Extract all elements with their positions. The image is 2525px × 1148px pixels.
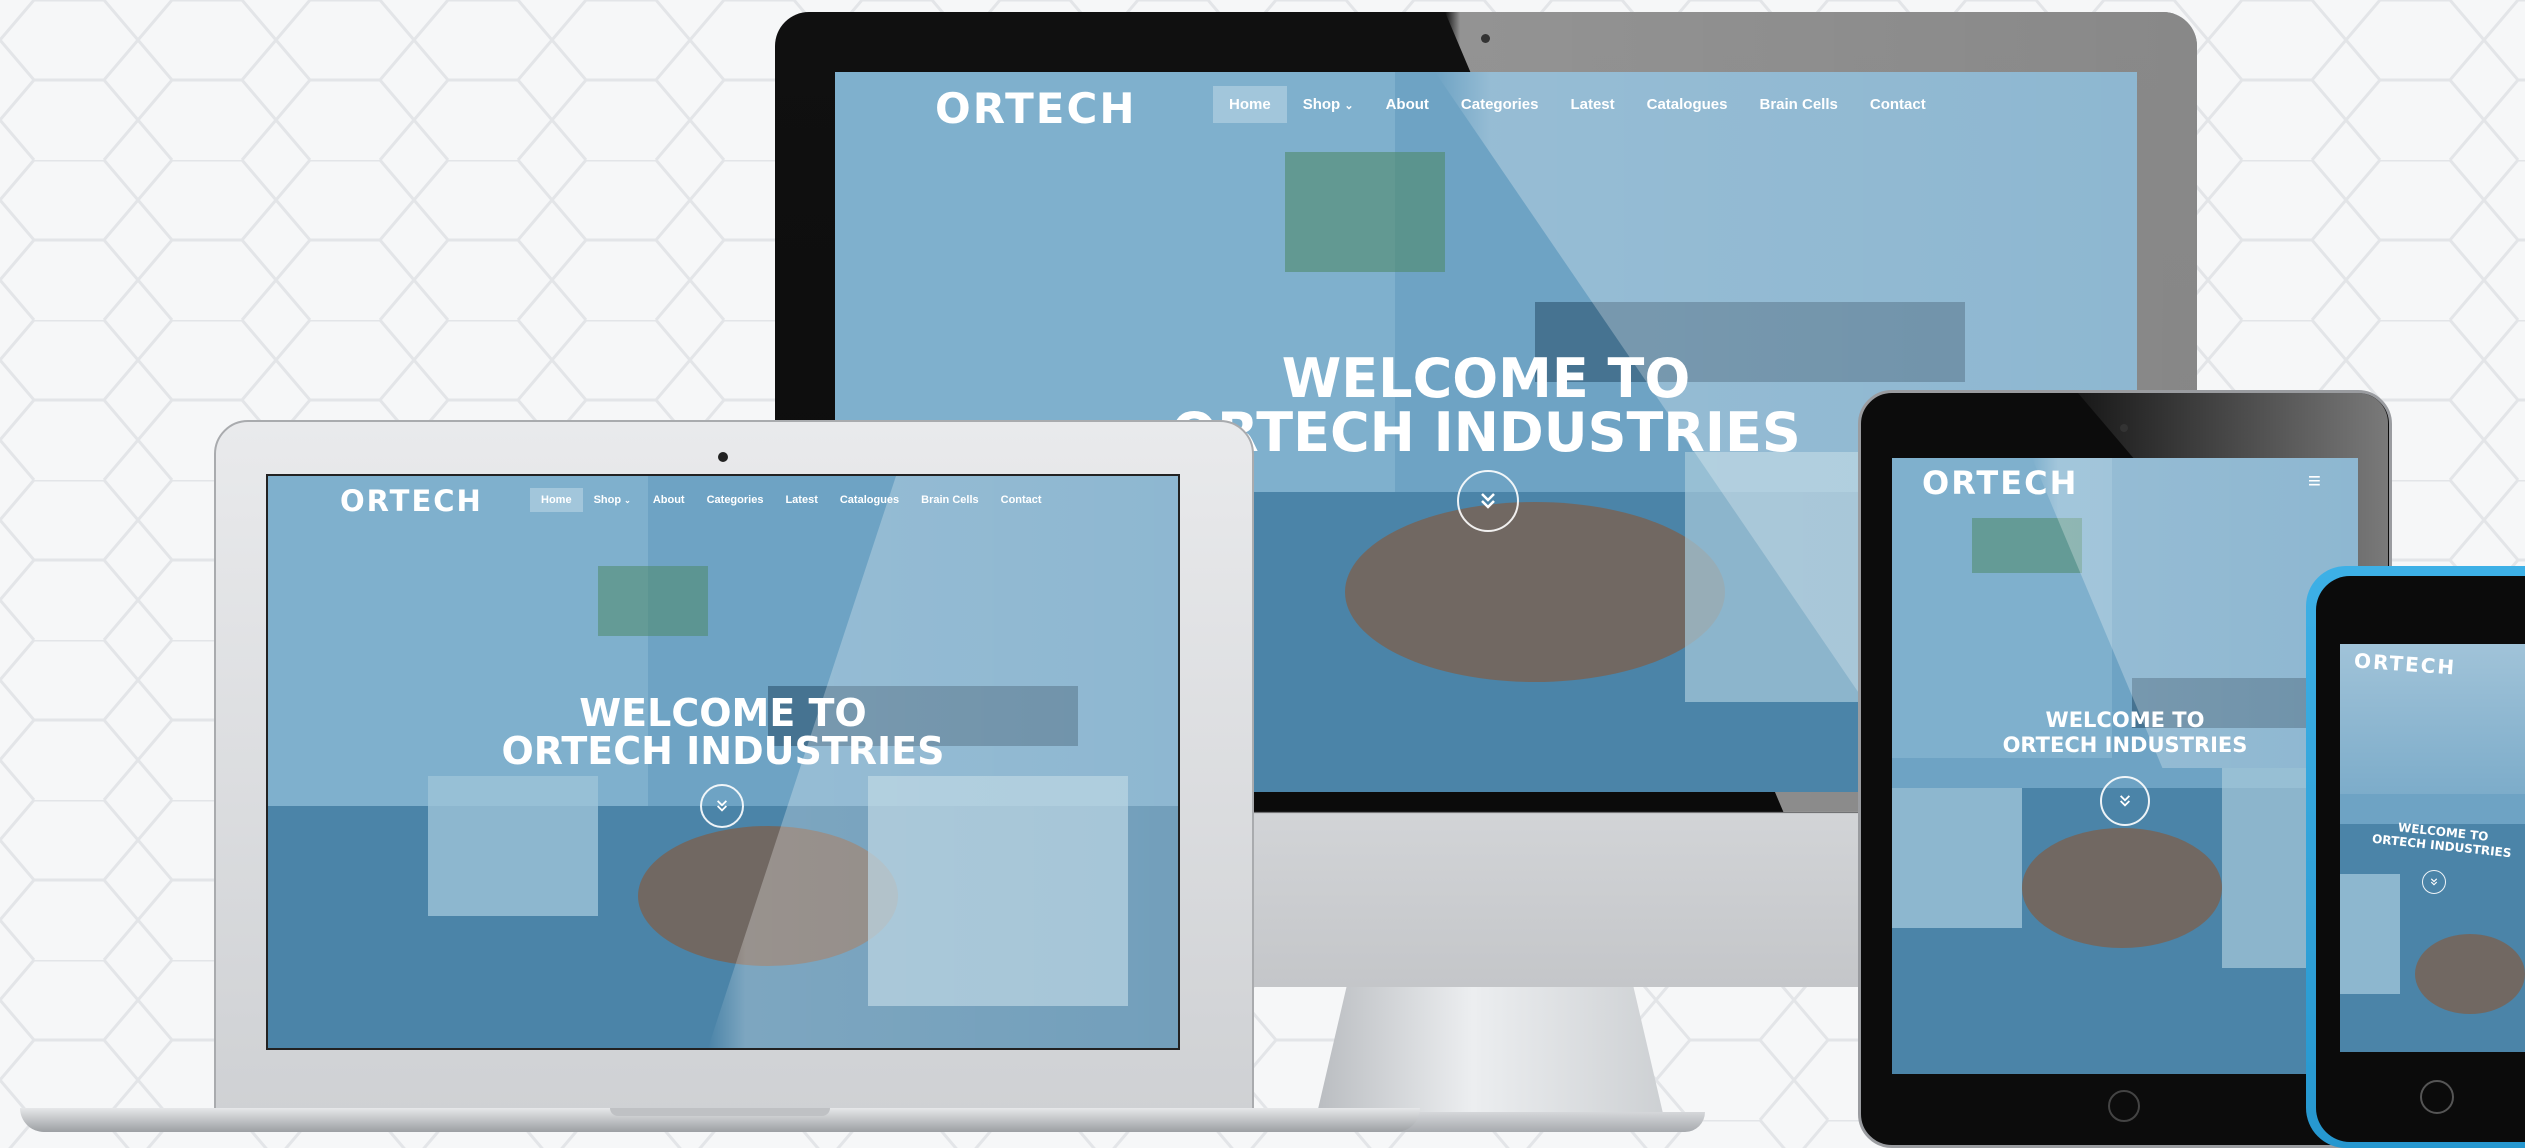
tablet-camera-icon [2120,424,2128,432]
hero-line-1: WELCOME TO [579,691,867,735]
nav-home[interactable]: Home [530,488,583,512]
nav-latest[interactable]: Latest [774,488,828,512]
main-navigation: Home Shop ⌄ About Categories Latest Cata… [530,488,1053,512]
nav-about[interactable]: About [1370,86,1445,123]
laptop-notch [610,1108,830,1116]
nav-shop[interactable]: Shop ⌄ [583,488,642,512]
site-logo[interactable]: ORTECH [340,484,483,518]
nav-categories[interactable]: Categories [1445,86,1555,123]
scroll-down-button[interactable] [700,784,744,828]
nav-contact[interactable]: Contact [1854,86,1942,123]
laptop-camera-icon [718,452,728,462]
tablet-screen: ORTECH ≡ WELCOME TO ORTECH INDUSTRIES [1892,458,2358,1074]
hero-line-2: ORTECH INDUSTRIES [2002,733,2248,757]
laptop-screen: ORTECH Home Shop ⌄ About Categories Late… [266,474,1180,1050]
nav-brain-cells[interactable]: Brain Cells [910,488,989,512]
double-chevron-down-icon [1481,493,1495,509]
nav-catalogues[interactable]: Catalogues [1631,86,1744,123]
chevron-down-icon: ⌄ [1344,100,1354,112]
phone-screen: ORTECH WELCOME TO ORTECH INDUSTRIES [2340,644,2525,1052]
hamburger-icon[interactable]: ≡ [2308,468,2321,494]
nav-latest[interactable]: Latest [1554,86,1630,123]
double-chevron-down-icon [716,800,728,812]
nav-catalogues[interactable]: Catalogues [829,488,910,512]
hero-line-1: WELCOME TO [2045,708,2205,732]
hero-heading: WELCOME TO ORTECH INDUSTRIES [1892,710,2358,756]
site-logo[interactable]: ORTECH [1922,464,2078,502]
phone-home-button[interactable] [2420,1080,2454,1114]
nav-home[interactable]: Home [1213,86,1287,123]
double-chevron-down-icon [2119,795,2131,807]
camera-icon [1481,34,1490,43]
double-chevron-down-icon [2430,878,2438,886]
scroll-down-button[interactable] [1457,470,1519,532]
nav-about[interactable]: About [642,488,696,512]
scroll-down-button[interactable] [2422,870,2446,894]
hero-heading: WELCOME TO ORTECH INDUSTRIES [268,694,1178,770]
nav-brain-cells[interactable]: Brain Cells [1743,86,1853,123]
phone: ORTECH WELCOME TO ORTECH INDUSTRIES [2306,566,2525,1148]
laptop: ORTECH Home Shop ⌄ About Categories Late… [20,420,1420,1140]
site-logo[interactable]: ORTECH [935,84,1136,133]
tablet-home-button[interactable] [2108,1090,2140,1122]
nav-shop[interactable]: Shop ⌄ [1287,86,1370,123]
nav-categories[interactable]: Categories [696,488,775,512]
main-navigation: Home Shop ⌄ About Categories Latest Cata… [1213,86,1942,123]
nav-contact[interactable]: Contact [990,488,1053,512]
hero-line-2: ORTECH INDUSTRIES [501,729,945,773]
scroll-down-button[interactable] [2100,776,2150,826]
chevron-down-icon: ⌄ [624,496,631,505]
